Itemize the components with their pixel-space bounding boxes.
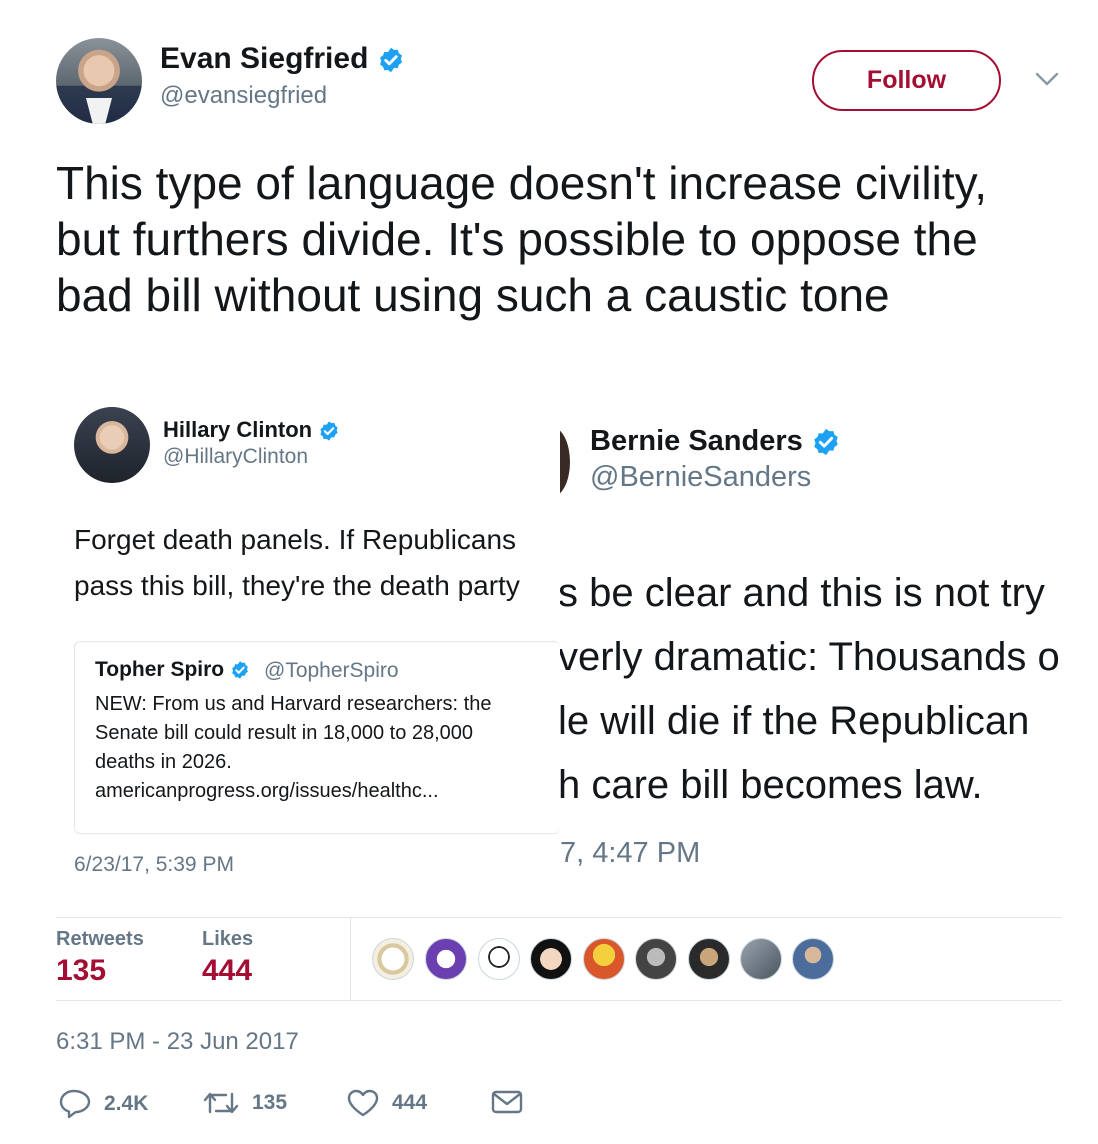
embedded-image[interactable]: Hillary Clinton @HillaryClinton Forget d…	[56, 395, 1066, 900]
liker-avatar[interactable]	[478, 938, 520, 980]
verified-icon	[814, 429, 838, 456]
quoted-author-name: Topher Spiro	[95, 658, 250, 682]
hillary-handle: @HillaryClinton	[163, 445, 309, 468]
liker-avatar[interactable]	[792, 938, 834, 980]
quoted-author-handle: @TopherSpiro	[264, 659, 399, 682]
message-button[interactable]	[490, 1088, 524, 1116]
follow-button[interactable]: Follow	[812, 50, 1001, 111]
stats-separator	[350, 918, 351, 1000]
bernie-tweet-crop: Bernie Sanders @BernieSanders s be clear…	[560, 395, 1066, 900]
liker-avatar[interactable]	[688, 938, 730, 980]
hillary-name: Hillary Clinton	[163, 417, 340, 443]
reply-button[interactable]: 2.4K	[58, 1088, 148, 1120]
quoted-tweet: Topher Spiro @TopherSpiro NEW: From us a…	[74, 641, 560, 834]
hillary-tweet-text: Forget death panels. If Republicans pass…	[74, 524, 520, 601]
verified-icon	[232, 661, 248, 680]
hillary-tweet-date: 6/23/17, 5:39 PM	[74, 853, 234, 876]
bernie-name: Bernie Sanders	[590, 425, 841, 458]
liker-avatar[interactable]	[372, 938, 414, 980]
author-handle[interactable]: @evansiegfried	[160, 82, 327, 110]
liker-avatar[interactable]	[740, 938, 782, 980]
retweet-icon	[203, 1092, 239, 1114]
bernie-tweet-date: 7, 4:47 PM	[560, 837, 701, 869]
verified-icon	[320, 421, 338, 441]
retweets-count[interactable]: 135	[56, 954, 106, 988]
bernie-handle: @BernieSanders	[590, 461, 812, 493]
bernie-avatar	[560, 427, 570, 497]
liker-avatar[interactable]	[583, 938, 625, 980]
divider	[56, 1000, 1062, 1001]
tweet-timestamp[interactable]: 6:31 PM - 23 Jun 2017	[56, 1028, 299, 1056]
tweet-text: This type of language doesn't increase c…	[56, 157, 987, 321]
likes-count[interactable]: 444	[202, 954, 252, 988]
liker-avatar[interactable]	[530, 938, 572, 980]
chevron-down-icon[interactable]	[1034, 70, 1060, 88]
author-avatar[interactable]	[56, 38, 142, 124]
retweet-button[interactable]: 135	[202, 1088, 287, 1118]
likes-label[interactable]: Likes	[202, 928, 253, 951]
divider	[56, 917, 1062, 918]
like-icon	[347, 1089, 379, 1117]
quoted-tweet-text: NEW: From us and Harvard researchers: th…	[95, 693, 492, 802]
liker-avatar[interactable]	[425, 938, 467, 980]
like-button[interactable]: 444	[346, 1088, 427, 1118]
liker-avatar[interactable]	[635, 938, 677, 980]
verified-icon	[379, 47, 402, 73]
retweets-label[interactable]: Retweets	[56, 928, 144, 951]
reply-icon	[59, 1089, 91, 1119]
hillary-avatar	[74, 407, 150, 483]
author-name[interactable]: Evan Siegfried	[160, 42, 405, 76]
message-icon	[491, 1090, 523, 1114]
bernie-tweet-text: s be clear and this is not try verly dra…	[560, 571, 1060, 807]
